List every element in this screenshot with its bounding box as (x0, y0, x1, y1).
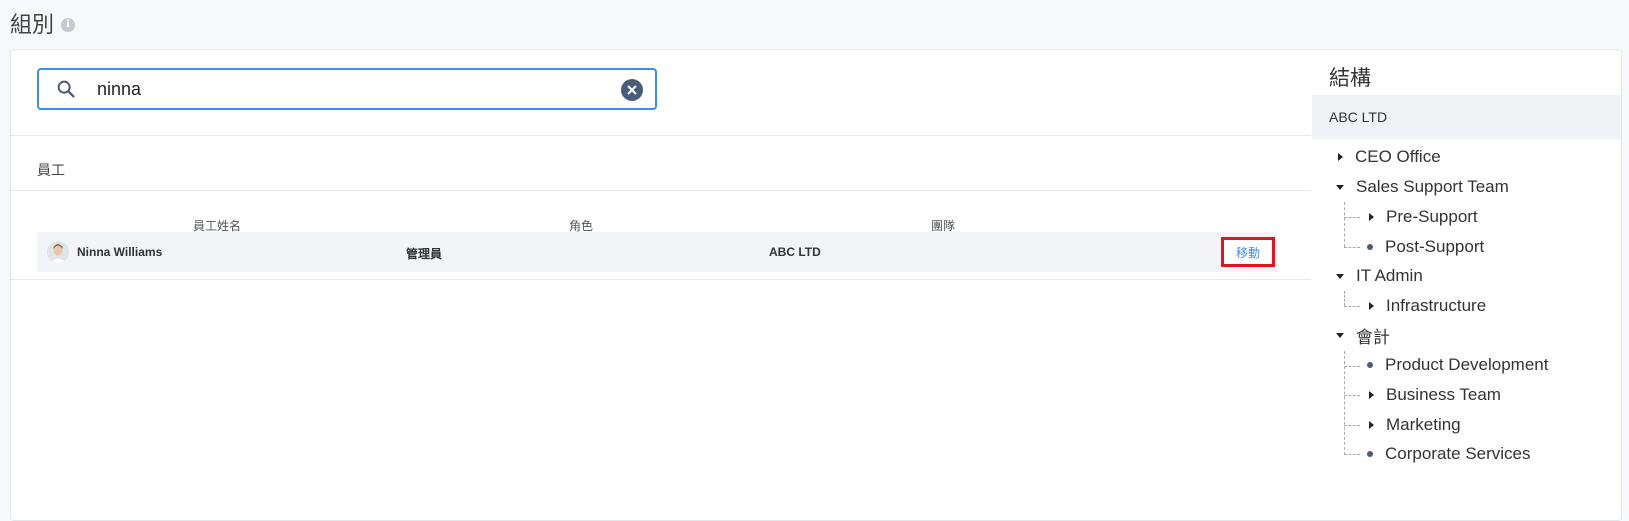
search-box[interactable] (37, 68, 657, 110)
tree-item-label: Pre-Support (1386, 207, 1478, 226)
tree-item-post-support[interactable]: Post-Support (1367, 236, 1484, 258)
tree-connector (1344, 202, 1345, 247)
caret-down-icon[interactable] (1336, 184, 1344, 190)
bullet-icon (1367, 451, 1373, 457)
tree-item-label: 會計 (1356, 327, 1390, 347)
groups-card: 員工 員工姓名 角色 團隊 Ninna Williams 管理員 ABC LTD… (10, 49, 1622, 521)
employees-pane: 員工 員工姓名 角色 團隊 Ninna Williams 管理員 ABC LTD… (11, 50, 1311, 520)
structure-pane: 結構 ABC LTD CEO Office Sales Support Team… (1312, 50, 1621, 520)
avatar (47, 241, 69, 263)
employee-team: ABC LTD (769, 245, 821, 259)
page-header: 組別 i (10, 6, 76, 40)
tree-item-label: Business Team (1386, 385, 1501, 404)
section-label-employees: 員工 (37, 162, 65, 178)
page-title: 組別 (10, 12, 55, 37)
divider (11, 190, 1311, 191)
structure-title: 結構 (1329, 67, 1371, 90)
tree-connector (1344, 425, 1360, 426)
bullet-icon (1367, 244, 1373, 250)
table-row: Ninna Williams 管理員 ABC LTD 移動 (37, 232, 1277, 272)
caret-down-icon[interactable] (1336, 332, 1344, 338)
info-icon[interactable]: i (61, 17, 76, 32)
tree-connector (1344, 291, 1345, 306)
clear-search-icon[interactable] (621, 79, 643, 101)
tree-item-label: IT Admin (1356, 266, 1423, 285)
tree-item-pre-support[interactable]: Pre-Support (1369, 206, 1478, 228)
employee-name: Ninna Williams (77, 245, 163, 259)
tree-item-label: Sales Support Team (1356, 177, 1509, 196)
divider (11, 135, 1311, 136)
tree-item-sales-support-team[interactable]: Sales Support Team (1336, 176, 1509, 198)
tree-item-label: Product Development (1385, 355, 1549, 374)
tree-item-business-team[interactable]: Business Team (1369, 384, 1501, 406)
tree-root[interactable]: ABC LTD (1312, 95, 1621, 139)
tree-item-it-admin[interactable]: IT Admin (1336, 265, 1423, 287)
tree-item-accounting[interactable]: 會計 (1336, 324, 1390, 347)
tree-connector (1344, 395, 1360, 396)
tree-item-label: Post-Support (1385, 237, 1485, 256)
tree-connector (1344, 247, 1360, 248)
tree-root-label: ABC LTD (1329, 109, 1388, 125)
caret-down-icon[interactable] (1336, 273, 1344, 279)
move-button-highlight: 移動 (1221, 237, 1275, 267)
search-input[interactable] (97, 76, 577, 102)
employee-role: 管理員 (406, 247, 443, 261)
move-button[interactable]: 移動 (1236, 244, 1260, 261)
tree-item-label: CEO Office (1355, 147, 1441, 166)
tree-connector (1344, 306, 1360, 307)
caret-right-icon[interactable] (1369, 421, 1374, 429)
tree-item-marketing[interactable]: Marketing (1369, 414, 1461, 436)
bullet-icon (1367, 362, 1373, 368)
caret-right-icon[interactable] (1369, 302, 1374, 310)
tree-connector (1344, 454, 1360, 455)
tree-item-ceo-office[interactable]: CEO Office (1338, 146, 1441, 168)
search-icon (57, 80, 75, 98)
tree-connector (1344, 217, 1360, 218)
tree-item-product-development[interactable]: Product Development (1367, 354, 1548, 376)
tree-item-infrastructure[interactable]: Infrastructure (1369, 295, 1486, 317)
tree-item-label: Infrastructure (1386, 296, 1487, 315)
caret-right-icon[interactable] (1369, 213, 1374, 221)
tree-connector (1344, 366, 1360, 367)
caret-right-icon[interactable] (1369, 391, 1374, 399)
tree-item-label: Corporate Services (1385, 444, 1531, 463)
divider (11, 279, 1311, 280)
tree-item-corporate-services[interactable]: Corporate Services (1367, 443, 1531, 465)
tree-item-label: Marketing (1386, 415, 1461, 434)
caret-right-icon[interactable] (1338, 153, 1343, 161)
